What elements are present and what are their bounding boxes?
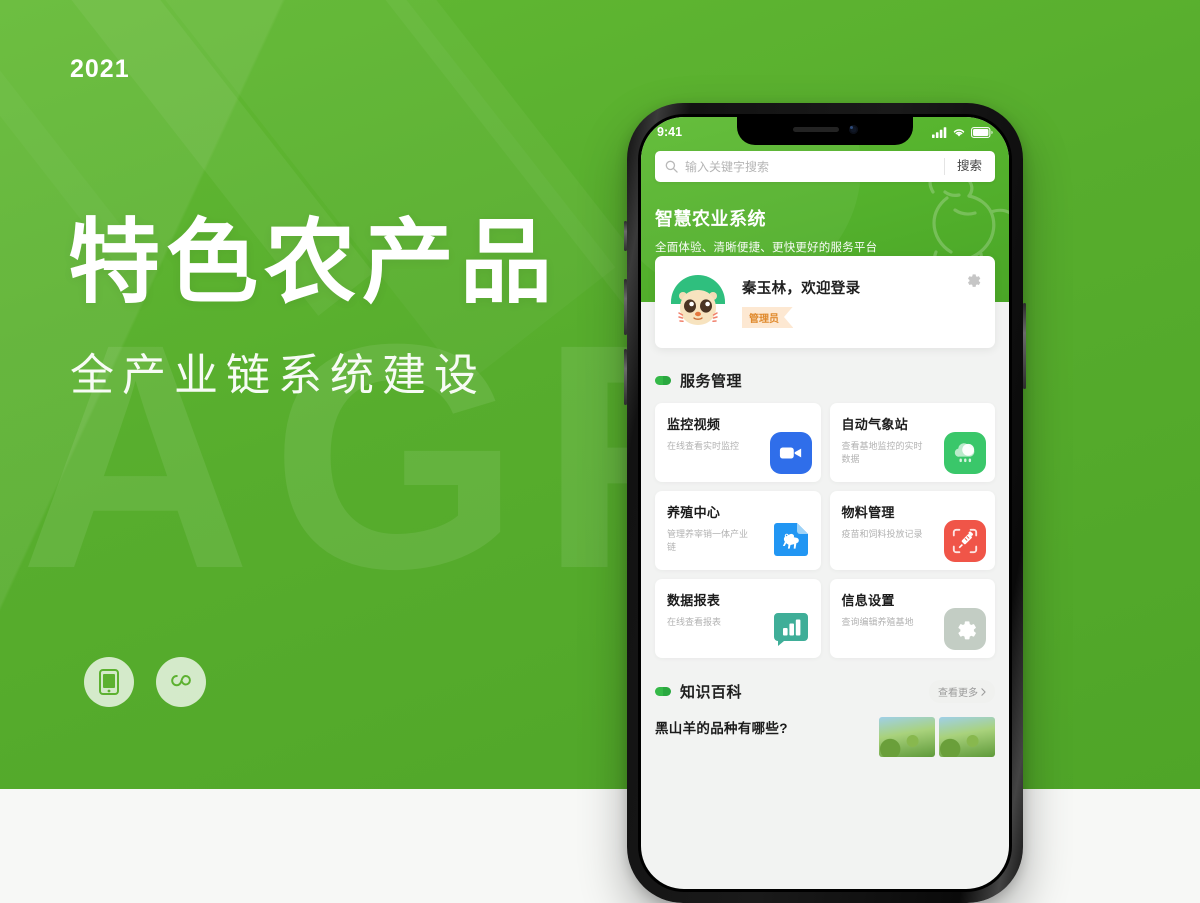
view-more-button[interactable]: 查看更多 (929, 680, 995, 703)
year-label: 2021 (70, 55, 130, 83)
service-icon-wrap (944, 432, 986, 474)
front-camera-icon (848, 124, 858, 134)
service-card-weather[interactable]: 自动气象站 查看基地监控的实时数据 (829, 403, 995, 482)
service-desc: 管理养宰销一体产业链 (667, 529, 749, 553)
list-item[interactable]: 黑山羊的品种有哪些? (655, 717, 995, 757)
phone-bezel: 9:41 输入关键字搜索 搜索 智慧农业系统 全面体验、清晰便捷、更快更好的服务… (638, 114, 1012, 892)
page-subtitle: 全产业链系统建设 (70, 351, 486, 400)
service-title: 自动气象站 (841, 417, 909, 432)
service-icon-wrap (944, 608, 986, 650)
app-content: 搜索 智慧农业系统 全面体验、清晰便捷、更快更好的服务平台 (641, 117, 1009, 889)
article-thumbnails (879, 717, 995, 757)
page-title: 特色农产品 (68, 212, 559, 314)
user-profile-card[interactable]: 秦玉林，欢迎登录 管理员 (655, 256, 995, 348)
search-bar[interactable]: 搜索 (655, 151, 995, 182)
service-desc: 查看基地监控的实时数据 (841, 441, 923, 465)
video-camera-icon (779, 447, 801, 459)
search-button[interactable]: 搜索 (943, 158, 995, 175)
services-grid: 监控视频 在线查看实时监控 自动气象站 查看基地监控的实时数据 养殖中心 管理养… (655, 403, 995, 658)
service-title: 养殖中心 (667, 505, 721, 520)
service-title: 数据报表 (667, 593, 721, 608)
services-section-title: 服务管理 (680, 373, 743, 390)
service-card-breeding[interactable]: 养殖中心 管理养宰销一体产业链 (655, 491, 821, 570)
bar-chart-icon (773, 613, 808, 646)
service-icon-wrap (944, 520, 986, 562)
app-subtitle: 全面体验、清晰便捷、更快更好的服务平台 (655, 242, 878, 254)
search-icon (665, 160, 678, 173)
cloud-rain-icon (954, 443, 975, 463)
profile-settings-button[interactable] (965, 272, 981, 293)
mobile-phone-icon (99, 669, 119, 695)
service-icon-wrap (770, 520, 812, 562)
search-input[interactable] (685, 159, 944, 174)
phone-volume-up-button[interactable] (624, 279, 627, 335)
article-title: 黑山羊的品种有哪些? (655, 721, 788, 736)
service-icon-wrap (769, 432, 812, 474)
phone-volume-down-button[interactable] (624, 349, 627, 405)
earpiece-speaker (792, 126, 839, 132)
gear-icon (957, 620, 976, 639)
avatar (669, 273, 727, 331)
scroll-content: 秦玉林，欢迎登录 管理员 服务管理 监控视频 在线查看实时监控 自动气象站 查看… (641, 256, 1009, 757)
wifi-icon (953, 128, 965, 137)
article-thumbnail-image (939, 717, 995, 757)
service-card-video[interactable]: 监控视频 在线查看实时监控 (655, 403, 821, 482)
service-desc: 查询编辑养殖基地 (841, 617, 914, 627)
service-title: 物料管理 (841, 505, 895, 520)
phone-mockup: 9:41 输入关键字搜索 搜索 智慧农业系统 全面体验、清晰便捷、更快更好的服务… (624, 103, 1026, 903)
service-desc: 在线查看报表 (667, 617, 722, 627)
mini-program-badge[interactable] (156, 657, 206, 707)
phone-power-button[interactable] (1023, 303, 1026, 389)
service-title: 信息设置 (841, 593, 895, 608)
phone-screen: 9:41 输入关键字搜索 搜索 智慧农业系统 全面体验、清晰便捷、更快更好的服务… (641, 117, 1009, 889)
user-greeting: 秦玉林，欢迎登录 (742, 280, 861, 297)
services-section-header: 服务管理 (655, 370, 995, 391)
platform-badges (84, 657, 206, 707)
status-indicators (932, 126, 993, 138)
goat-document-icon (773, 523, 808, 556)
cartoon-avatar-icon (669, 273, 727, 331)
service-card-settings[interactable]: 信息设置 查询编辑养殖基地 (829, 579, 995, 658)
phone-silent-switch[interactable] (624, 221, 627, 251)
profile-text: 秦玉林，欢迎登录 管理员 (742, 277, 981, 328)
battery-full-icon (971, 126, 993, 138)
section-bullet-icon (655, 687, 671, 696)
gear-icon (968, 274, 981, 287)
wechat-miniprogram-icon (171, 674, 191, 687)
service-card-reports[interactable]: 数据报表 在线查看报表 (655, 579, 821, 658)
service-desc: 疫苗和饲料投放记录 (841, 529, 923, 539)
status-badge: 管理员 (742, 306, 793, 328)
mobile-app-badge[interactable] (84, 657, 134, 707)
section-bullet-icon (655, 376, 671, 385)
cellular-signal-icon (932, 126, 947, 138)
service-title: 监控视频 (667, 417, 721, 432)
service-icon-wrap (770, 608, 812, 650)
status-time: 9:41 (657, 125, 683, 139)
knowledge-section-header: 知识百科 查看更多 (655, 680, 995, 703)
syringe-scan-icon (952, 528, 978, 554)
service-card-materials[interactable]: 物料管理 疫苗和饲料投放记录 (829, 491, 995, 570)
view-more-label: 查看更多 (938, 688, 978, 699)
phone-notch (737, 117, 913, 145)
service-desc: 在线查看实时监控 (667, 441, 740, 451)
article-thumbnail-image (879, 717, 935, 757)
app-title: 智慧农业系统 (655, 209, 766, 229)
chevron-right-icon (981, 687, 986, 696)
knowledge-section-title: 知识百科 (680, 684, 743, 701)
